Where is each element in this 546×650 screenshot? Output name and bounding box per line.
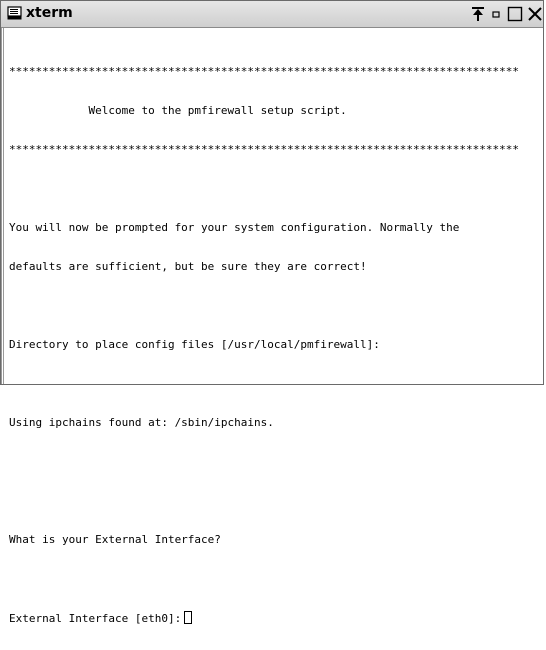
terminal-output[interactable]: ****************************************… (9, 39, 539, 650)
xterm-window: xterm **********************************… (0, 0, 544, 625)
terminal-left-border (1, 28, 4, 384)
terminal-line: ****************************************… (9, 65, 519, 78)
maximize-icon[interactable] (506, 5, 524, 23)
terminal-line: What is your External Interface? (9, 533, 221, 546)
terminal-line: Welcome to the pmfirewall setup script. (9, 104, 347, 117)
terminal-line: Using ipchains found at: /sbin/ipchains. (9, 416, 274, 429)
terminal-prompt-line: External Interface [eth0]: (9, 611, 539, 625)
terminal-line: ****************************************… (9, 143, 519, 156)
title-bar[interactable]: xterm (1, 1, 543, 28)
window-title: xterm (26, 5, 73, 21)
terminal-line: defaults are sufficient, but be sure the… (9, 260, 367, 273)
minimize-icon[interactable] (487, 5, 505, 23)
text-cursor[interactable] (184, 611, 193, 624)
terminal-line: Directory to place config files [/usr/lo… (9, 338, 380, 351)
prompt-text: External Interface [eth0]: (9, 612, 182, 625)
pin-icon[interactable] (469, 5, 487, 23)
terminal-line: You will now be prompted for your system… (9, 221, 460, 234)
close-icon[interactable] (526, 5, 544, 23)
terminal-icon (7, 6, 22, 20)
